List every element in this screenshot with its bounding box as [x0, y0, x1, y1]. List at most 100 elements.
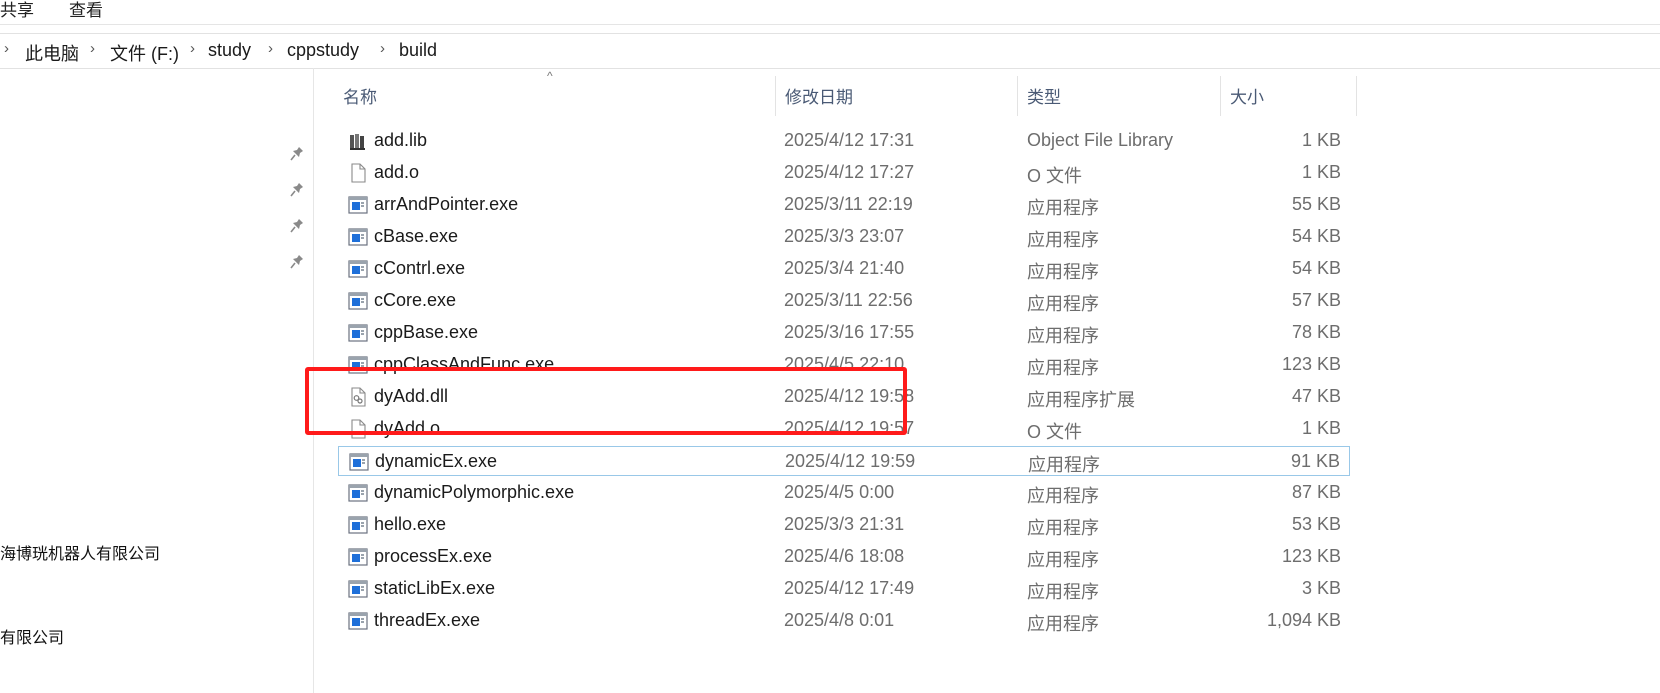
- file-type: 应用程序: [1027, 518, 1099, 538]
- file-modified-date: 2025/3/3 21:31: [784, 514, 905, 534]
- file-name: cppClassAndFunc.exe: [374, 354, 555, 374]
- file-row[interactable]: staticLibEx.exe 2025/4/12 17:49 应用程序 3 KB: [338, 574, 1350, 604]
- exe-icon: [348, 611, 368, 631]
- file-row[interactable]: dynamicEx.exe 2025/4/12 19:59 应用程序 91 KB: [338, 446, 1350, 476]
- file-modified-date: 2025/3/4 21:40: [784, 258, 905, 278]
- file-size: 53 KB: [1291, 514, 1341, 534]
- file-row[interactable]: hello.exe 2025/3/3 21:31 应用程序 53 KB: [338, 510, 1350, 540]
- file-type: 应用程序: [1027, 262, 1099, 282]
- file-modified-date: 2025/4/12 17:31: [784, 130, 915, 150]
- file-row[interactable]: cContrl.exe 2025/3/4 21:40 应用程序 54 KB: [338, 254, 1350, 284]
- breadcrumb-build[interactable]: build: [399, 40, 437, 61]
- file-name: add.o: [374, 162, 420, 182]
- file-row[interactable]: add.o 2025/4/12 17:27 O 文件 1 KB: [338, 158, 1350, 188]
- file-name: dynamicPolymorphic.exe: [374, 482, 575, 502]
- pin-icon: [290, 183, 303, 197]
- file-modified-date: 2025/4/6 18:08: [784, 546, 905, 566]
- file-type: O 文件: [1027, 422, 1083, 442]
- file-modified-date: 2025/3/11 22:19: [784, 194, 913, 214]
- column-divider[interactable]: [1017, 76, 1018, 116]
- file-modified-date: 2025/4/12 19:59: [785, 451, 916, 471]
- nav-item-company-2[interactable]: 有限公司: [0, 624, 64, 648]
- file-row[interactable]: cCore.exe 2025/3/11 22:56 应用程序 57 KB: [338, 286, 1350, 316]
- file-name: cCore.exe: [374, 290, 457, 310]
- breadcrumb-separator[interactable]: ›: [190, 40, 195, 57]
- file-size: 1 KB: [1301, 130, 1341, 150]
- column-header-name[interactable]: 名称: [343, 83, 377, 108]
- exe-icon: [348, 547, 368, 567]
- file-modified-date: 2025/4/12 19:58: [784, 386, 915, 406]
- file-name: threadEx.exe: [374, 610, 481, 630]
- file-row[interactable]: threadEx.exe 2025/4/8 0:01 应用程序 1,094 KB: [338, 606, 1350, 636]
- file-size: 123 KB: [1281, 354, 1341, 374]
- breadcrumb-separator[interactable]: ›: [4, 40, 9, 57]
- column-header-type[interactable]: 类型: [1027, 83, 1061, 108]
- file-type: 应用程序: [1027, 358, 1099, 378]
- file-size: 78 KB: [1291, 322, 1341, 342]
- tab-view[interactable]: 查看: [69, 0, 103, 21]
- column-divider[interactable]: [775, 76, 776, 116]
- ribbon-tabs: 共享 查看: [0, 0, 1660, 25]
- file-size: 55 KB: [1291, 194, 1341, 214]
- file-size: 3 KB: [1301, 578, 1341, 598]
- column-header-date[interactable]: 修改日期: [785, 83, 853, 108]
- file-name: cppBase.exe: [374, 322, 479, 342]
- exe-icon: [348, 291, 368, 311]
- file-modified-date: 2025/4/12 17:49: [784, 578, 915, 598]
- file-row[interactable]: cppBase.exe 2025/3/16 17:55 应用程序 78 KB: [338, 318, 1350, 348]
- file-type: 应用程序扩展: [1027, 390, 1135, 410]
- address-bar[interactable]: › 此电脑 › 文件 (F:) › study › cppstudy › bui…: [0, 33, 1660, 69]
- exe-icon: [348, 515, 368, 535]
- breadcrumb-separator[interactable]: ›: [380, 40, 385, 57]
- file-row[interactable]: cBase.exe 2025/3/3 23:07 应用程序 54 KB: [338, 222, 1350, 252]
- file-name: hello.exe: [374, 514, 447, 534]
- breadcrumb-study[interactable]: study: [208, 40, 251, 61]
- file-modified-date: 2025/4/8 0:01: [784, 610, 895, 630]
- file-row[interactable]: processEx.exe 2025/4/6 18:08 应用程序 123 KB: [338, 542, 1350, 572]
- tab-share[interactable]: 共享: [0, 0, 34, 21]
- nav-item-company-1[interactable]: 海博珖机器人有限公司: [0, 540, 160, 564]
- exe-icon: [348, 259, 368, 279]
- file-name: cContrl.exe: [374, 258, 466, 278]
- pin-icon: [290, 219, 303, 233]
- column-divider[interactable]: [1356, 76, 1357, 116]
- file-row[interactable]: dyAdd.dll 2025/4/12 19:58 应用程序扩展 47 KB: [338, 382, 1350, 412]
- file-modified-date: 2025/4/5 0:00: [784, 482, 895, 502]
- file-type: 应用程序: [1027, 486, 1099, 506]
- exe-icon: [348, 355, 368, 375]
- column-divider[interactable]: [1220, 76, 1221, 116]
- file-row[interactable]: arrAndPointer.exe 2025/3/11 22:19 应用程序 55 K…: [338, 190, 1350, 220]
- file-type: 应用程序: [1027, 294, 1099, 314]
- file-modified-date: 2025/4/5 22:10: [784, 354, 905, 374]
- exe-icon: [349, 452, 369, 472]
- file-type: 应用程序: [1027, 230, 1099, 250]
- pin-icon: [290, 255, 303, 269]
- breadcrumb-cppstudy[interactable]: cppstudy: [287, 40, 359, 61]
- breadcrumb-separator[interactable]: ›: [268, 40, 273, 57]
- file-size: 1 KB: [1301, 162, 1341, 182]
- file-modified-date: 2025/3/16 17:55: [784, 322, 915, 342]
- file-name: dyAdd.o: [374, 418, 441, 438]
- file-size: 91 KB: [1290, 451, 1340, 471]
- file-row[interactable]: add.lib 2025/4/12 17:31 Object File Librar…: [338, 126, 1350, 156]
- file-size: 123 KB: [1281, 546, 1341, 566]
- file-modified-date: 2025/4/12 17:27: [784, 162, 915, 182]
- library-icon: [348, 131, 368, 151]
- breadcrumb-drive-f[interactable]: 文件 (F:): [110, 40, 179, 66]
- file-row[interactable]: cppClassAndFunc.exe 2025/4/5 22:10 应用程序 123…: [338, 350, 1350, 380]
- breadcrumb-this-pc[interactable]: 此电脑: [25, 40, 79, 66]
- column-header-size[interactable]: 大小: [1230, 83, 1264, 108]
- breadcrumb-separator[interactable]: ›: [90, 40, 95, 57]
- file-row[interactable]: dyAdd.o 2025/4/12 19:57 O 文件 1 KB: [338, 414, 1350, 444]
- sort-ascending-icon: ^: [547, 69, 553, 83]
- file-name: add.lib: [374, 130, 428, 150]
- file-type: 应用程序: [1027, 550, 1099, 570]
- exe-icon: [348, 483, 368, 503]
- file-type: Object File Library: [1027, 130, 1174, 150]
- file-size: 57 KB: [1291, 290, 1341, 310]
- file-row[interactable]: dynamicPolymorphic.exe 2025/4/5 0:00 应用程序 8…: [338, 478, 1350, 508]
- navigation-pane: 海博珖机器人有限公司 有限公司: [0, 68, 314, 693]
- file-size: 54 KB: [1291, 226, 1341, 246]
- file-icon: [348, 419, 368, 439]
- file-type: 应用程序: [1027, 198, 1099, 218]
